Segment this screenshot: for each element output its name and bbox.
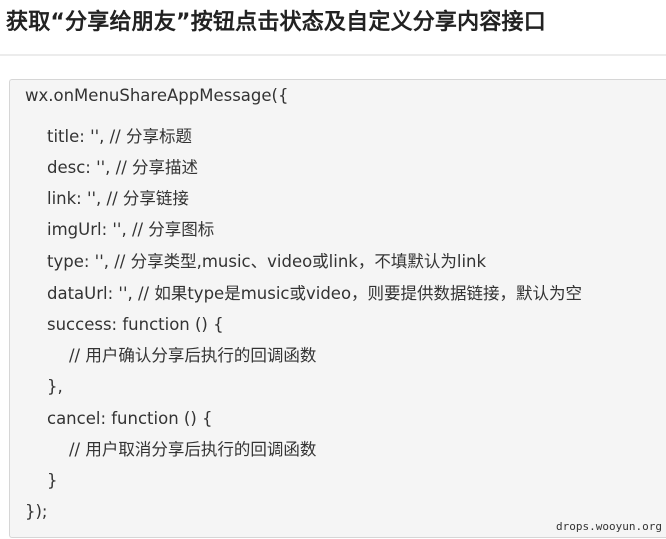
article-heading: 获取“分享给朋友”按钮点击状态及自定义分享内容接口 [6,10,546,35]
code-line: }); [25,502,48,521]
code-line: type: '', // 分享类型,music、video或link，不填默认为… [47,252,487,271]
code-line: link: '', // 分享链接 [47,189,189,208]
code-line: // 用户取消分享后执行的回调函数 [69,440,317,459]
code-line: dataUrl: '', // 如果type是music或video，则要提供数… [47,284,583,303]
watermark: drops.wooyun.org [556,520,662,533]
code-block: wx.onMenuShareAppMessage({ title: '', //… [9,79,666,538]
code-line: wx.onMenuShareAppMessage({ [25,86,289,105]
code-line: imgUrl: '', // 分享图标 [47,220,215,239]
code-line: }, [47,377,63,396]
code-line: title: '', // 分享标题 [47,127,192,146]
code-line: cancel: function () { [47,409,213,428]
heading-divider [0,54,666,56]
code-line: // 用户确认分享后执行的回调函数 [69,346,317,365]
code-line: desc: '', // 分享描述 [47,158,199,177]
code-line: } [47,471,58,490]
code-line: success: function () { [47,315,224,334]
